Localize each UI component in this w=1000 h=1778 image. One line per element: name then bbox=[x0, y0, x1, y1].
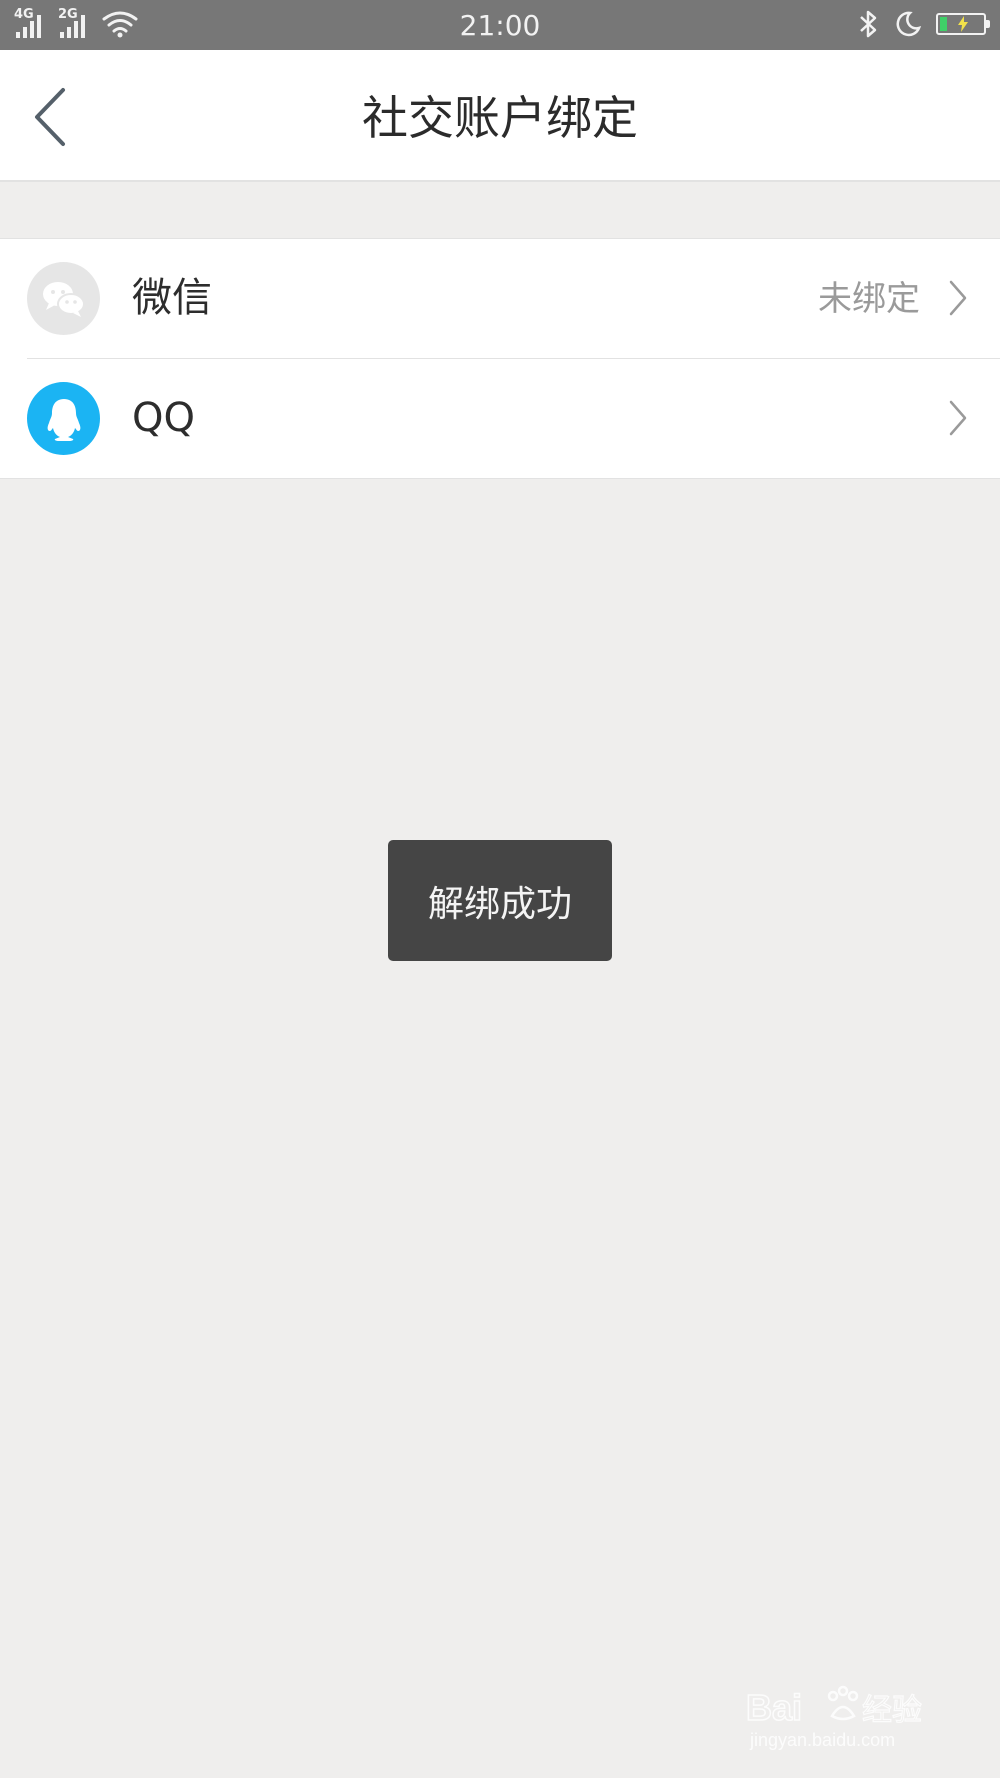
toast-message: 解绑成功 bbox=[388, 840, 612, 961]
page-title: 社交账户绑定 bbox=[362, 91, 638, 145]
status-icons bbox=[858, 9, 990, 39]
status-time: 21:00 bbox=[459, 9, 541, 42]
moon-icon bbox=[896, 11, 922, 37]
battery-icon bbox=[936, 13, 990, 35]
nav-bar: 社交账户绑定 bbox=[0, 50, 1000, 182]
account-row-qq[interactable]: QQ bbox=[27, 358, 1000, 478]
battery-level bbox=[940, 17, 948, 31]
wechat-avatar bbox=[27, 262, 100, 335]
svg-text:jingyan.baidu.com: jingyan.baidu.com bbox=[749, 1730, 895, 1750]
bind-status: 未绑定 bbox=[818, 279, 920, 319]
status-bar: 4G 2G 21:00 bbox=[0, 0, 1000, 50]
svg-text:Bai: Bai bbox=[746, 1687, 802, 1728]
account-row-wechat[interactable]: 微信 未绑定 bbox=[0, 239, 1000, 358]
qq-penguin-icon bbox=[47, 398, 80, 441]
charging-bolt-icon bbox=[958, 16, 968, 32]
svg-text:经验: 经验 bbox=[862, 1694, 922, 1727]
baidu-logo-icon: Bai 经验 jingyan.baidu.com bbox=[746, 1685, 923, 1750]
chevron-right-icon bbox=[949, 400, 967, 436]
bluetooth-icon bbox=[860, 10, 877, 38]
account-list: 微信 未绑定 QQ bbox=[0, 238, 1000, 479]
account-label-wechat: 微信 bbox=[132, 275, 212, 321]
wechat-icon bbox=[42, 281, 85, 317]
qq-avatar bbox=[27, 382, 100, 455]
account-label-qq: QQ bbox=[132, 395, 195, 441]
chevron-right-icon bbox=[949, 280, 967, 316]
baidu-jingyan-watermark: Bai 经验 jingyan.baidu.com bbox=[746, 1656, 946, 1756]
